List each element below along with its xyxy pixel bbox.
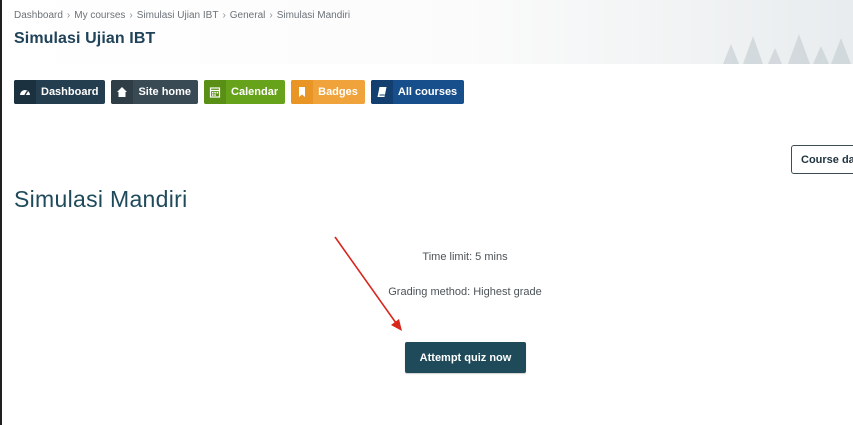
page-title: Simulasi Mandiri bbox=[14, 186, 188, 212]
breadcrumb-item-dashboard[interactable]: Dashboard bbox=[14, 10, 63, 21]
nav-all-courses-label: All courses bbox=[397, 86, 458, 98]
breadcrumb-item-my-courses[interactable]: My courses bbox=[74, 10, 125, 21]
breadcrumb-separator: › bbox=[129, 10, 133, 21]
home-icon bbox=[111, 80, 134, 104]
breadcrumb-separator: › bbox=[222, 10, 226, 21]
time-limit-text: Time limit: 5 mins bbox=[422, 251, 508, 263]
nav-calendar-label: Calendar bbox=[231, 86, 279, 98]
breadcrumb-separator: › bbox=[269, 10, 273, 21]
breadcrumb-item-current[interactable]: Simulasi Mandiri bbox=[277, 10, 350, 21]
header-trees-decoration bbox=[723, 34, 851, 64]
nav-all-courses-button[interactable]: All courses bbox=[370, 80, 465, 104]
navigation-bar: Dashboard Site home Calendar Badges All … bbox=[14, 80, 465, 104]
grading-method-text: Grading method: Highest grade bbox=[388, 286, 542, 298]
course-title[interactable]: Simulasi Ujian IBT bbox=[14, 30, 155, 48]
breadcrumb-separator: › bbox=[66, 10, 71, 21]
nav-site-home-label: Site home bbox=[138, 86, 192, 98]
nav-badges-label: Badges bbox=[318, 86, 358, 98]
calendar-icon bbox=[204, 80, 227, 104]
nav-calendar-button[interactable]: Calendar bbox=[204, 80, 286, 104]
nav-site-home-button[interactable]: Site home bbox=[111, 80, 199, 104]
breadcrumb: Dashboard › My courses › Simulasi Ujian IBT ›… bbox=[14, 10, 350, 21]
breadcrumb-item-general[interactable]: General bbox=[230, 10, 266, 21]
page-header: Dashboard › My courses › Simulasi Ujian IBT ›… bbox=[2, 0, 853, 64]
nav-badges-button[interactable]: Badges bbox=[291, 80, 365, 104]
breadcrumb-item-course[interactable]: Simulasi Ujian IBT bbox=[137, 10, 219, 21]
attempt-quiz-button[interactable]: Attempt quiz now bbox=[405, 342, 526, 373]
nav-dashboard-label: Dashboard bbox=[41, 86, 99, 98]
book-icon bbox=[370, 80, 393, 104]
nav-dashboard-button[interactable]: Dashboard bbox=[14, 80, 106, 104]
course-dashboard-button[interactable]: Course das bbox=[791, 145, 853, 174]
dashboard-gauge-icon bbox=[14, 80, 36, 104]
bookmark-icon bbox=[291, 80, 314, 104]
